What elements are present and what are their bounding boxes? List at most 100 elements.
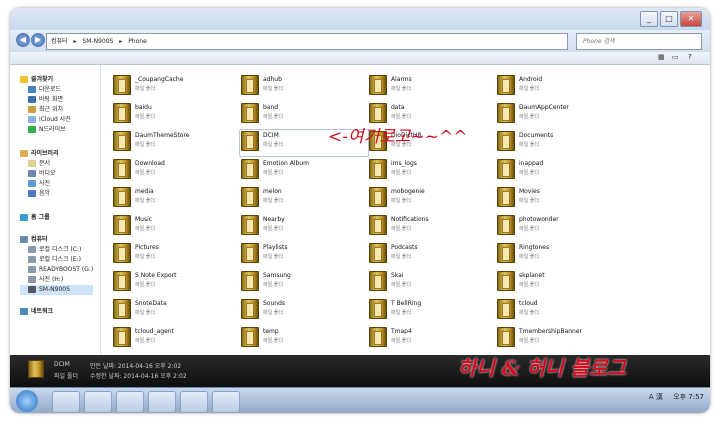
folder-item[interactable]: inappad 파일 폴더: [497, 159, 617, 181]
folder-item[interactable]: Emotion Album 파일 폴더: [241, 159, 361, 181]
folder-item[interactable]: Tmap4 파일 폴더: [369, 327, 489, 349]
folder-type: 파일 폴더: [519, 142, 539, 148]
folder-item[interactable]: ims_logs 파일 폴더: [369, 159, 489, 181]
folder-item[interactable]: Sounds 파일 폴더: [241, 299, 361, 321]
favorites-header[interactable]: 즐겨찾기: [20, 75, 71, 85]
libraries-header[interactable]: 라이브러리: [20, 149, 59, 159]
folder-name: temp: [263, 328, 279, 335]
folder-name: Skai: [391, 272, 404, 279]
sidebar-item-drive-h[interactable]: 사진 (H:): [20, 275, 93, 285]
file-list: _CoupangCache 파일 폴더 adhub 파일 폴더 Alarms 파일 폴더 A…: [101, 65, 710, 355]
clock[interactable]: 오후 7:57: [673, 393, 704, 401]
pictures-icon: [28, 180, 36, 187]
folder-item[interactable]: TmembershipBanner 파일 폴더: [497, 327, 617, 349]
folder-item[interactable]: Alarms 파일 폴더: [369, 75, 489, 97]
taskbar-excel-button[interactable]: [180, 391, 208, 413]
folder-item[interactable]: mobogenie 파일 폴더: [369, 187, 489, 209]
folder-type: 파일 폴더: [135, 226, 155, 232]
folder-item[interactable]: Playlists 파일 폴더: [241, 243, 361, 265]
recent-places-icon: [28, 106, 36, 113]
folder-item[interactable]: tcloud_agent 파일 폴더: [113, 327, 233, 349]
folder-name: Movies: [519, 188, 540, 195]
folder-item[interactable]: Nearby 파일 폴더: [241, 215, 361, 237]
folder-icon: [241, 327, 259, 347]
sidebar-item-drive-c[interactable]: 로컬 디스크 (C:): [20, 245, 93, 255]
help-icon[interactable]: ?: [688, 53, 697, 62]
minimize-button[interactable]: _: [640, 11, 658, 27]
sidebar-item-phone-device[interactable]: SM-N900S: [20, 285, 94, 295]
sidebar-item-recent[interactable]: 최근 위치: [20, 105, 71, 115]
sidebar-item-homegroup[interactable]: 홈 그룹: [20, 213, 50, 223]
back-button[interactable]: ◀: [16, 33, 30, 47]
folder-item[interactable]: _CoupangCache 파일 폴더: [113, 75, 233, 97]
folder-item[interactable]: photowonder 파일 폴더: [497, 215, 617, 237]
folder-item[interactable]: temp 파일 폴더: [241, 327, 361, 349]
sidebar-item-desktop[interactable]: 바탕 화면: [20, 95, 71, 105]
sidebar-item-ndrive[interactable]: N드라이브: [20, 125, 71, 135]
folder-icon: [497, 243, 515, 263]
sidebar-item-videos[interactable]: 비디오: [20, 169, 59, 179]
folder-item[interactable]: DaumThemeStore 파일 폴더: [113, 131, 233, 153]
start-button[interactable]: [16, 390, 38, 412]
view-options-icon[interactable]: ▦: [658, 53, 667, 62]
folder-item[interactable]: SnoteData 파일 폴더: [113, 299, 233, 321]
sidebar-item-downloads[interactable]: 다운로드: [20, 85, 71, 95]
close-button[interactable]: ✕: [680, 11, 702, 27]
folder-item[interactable]: media 파일 폴더: [113, 187, 233, 209]
search-input[interactable]: Phone 검색: [576, 33, 702, 50]
taskbar-app-button[interactable]: [148, 391, 176, 413]
homegroup-group: 홈 그룹: [20, 213, 50, 223]
sidebar-item-network[interactable]: 네트워크: [20, 307, 53, 317]
folder-item[interactable]: Samsung 파일 폴더: [241, 271, 361, 293]
folder-item[interactable]: Movies 파일 폴더: [497, 187, 617, 209]
preview-pane-icon[interactable]: ▭: [672, 53, 681, 62]
breadcrumb-phone[interactable]: Phone: [128, 38, 147, 45]
sidebar-item-documents[interactable]: 문서: [20, 159, 59, 169]
breadcrumb-device[interactable]: SM-N900S: [82, 38, 113, 45]
folder-icon: [497, 299, 515, 319]
folder-item[interactable]: S Note Export 파일 폴더: [113, 271, 233, 293]
folder-item[interactable]: Podcasts 파일 폴더: [369, 243, 489, 265]
folder-item[interactable]: Music 파일 폴더: [113, 215, 233, 237]
address-field[interactable]: 컴퓨터 ▸ SM-N900S ▸ Phone: [46, 33, 568, 50]
folder-name: S Note Export: [135, 272, 177, 279]
forward-button[interactable]: ▶: [31, 33, 45, 47]
folder-item[interactable]: melon 파일 폴더: [241, 187, 361, 209]
folder-item[interactable]: Android 파일 폴더: [497, 75, 617, 97]
folder-icon: [113, 327, 131, 347]
taskbar-explorer-button[interactable]: [84, 391, 112, 413]
taskbar-ie-button[interactable]: [52, 391, 80, 413]
sidebar-item-pictures[interactable]: 사진: [20, 179, 59, 189]
sidebar-item-drive-e[interactable]: 로컬 디스크 (E:): [20, 255, 93, 265]
sidebar-item-music[interactable]: 음악: [20, 189, 59, 199]
sidebar-item-icloud[interactable]: iCloud 사진: [20, 115, 71, 125]
folder-item[interactable]: Notifications 파일 폴더: [369, 215, 489, 237]
ime-indicator[interactable]: A 漢: [649, 393, 663, 401]
breadcrumb-computer[interactable]: 컴퓨터: [51, 38, 68, 45]
sidebar-item-drive-g[interactable]: READYBOOST (G:): [20, 265, 93, 275]
folder-item[interactable]: Ringtones 파일 폴더: [497, 243, 617, 265]
folder-icon: [113, 103, 131, 123]
network-icon: [20, 308, 28, 315]
folder-item[interactable]: Skai 파일 폴더: [369, 271, 489, 293]
folder-item[interactable]: Documents 파일 폴더: [497, 131, 617, 153]
folder-type: 파일 폴더: [391, 198, 411, 204]
computer-header[interactable]: 컴퓨터: [20, 235, 93, 245]
maximize-button[interactable]: □: [660, 11, 678, 27]
folder-icon: [113, 131, 131, 151]
folder-item[interactable]: adhub 파일 폴더: [241, 75, 361, 97]
folder-item[interactable]: Pictures 파일 폴더: [113, 243, 233, 265]
folder-type: 파일 폴더: [519, 114, 539, 120]
folder-type: 파일 폴더: [263, 170, 283, 176]
taskbar-chrome-button[interactable]: [116, 391, 144, 413]
folder-item[interactable]: baidu 파일 폴더: [113, 103, 233, 125]
folder-item[interactable]: Download 파일 폴더: [113, 159, 233, 181]
folder-type: 파일 폴더: [519, 86, 539, 92]
folder-item[interactable]: tcloud 파일 폴더: [497, 299, 617, 321]
folder-item[interactable]: DaumAppCenter 파일 폴더: [497, 103, 617, 125]
folder-item[interactable]: T BellRing 파일 폴더: [369, 299, 489, 321]
folder-item[interactable]: skplanet 파일 폴더: [497, 271, 617, 293]
window-titlebar: _ □ ✕: [10, 8, 710, 30]
taskbar-feather-button[interactable]: [212, 391, 240, 413]
libraries-group: 라이브러리 문서 비디오 사진 음악: [20, 149, 59, 199]
